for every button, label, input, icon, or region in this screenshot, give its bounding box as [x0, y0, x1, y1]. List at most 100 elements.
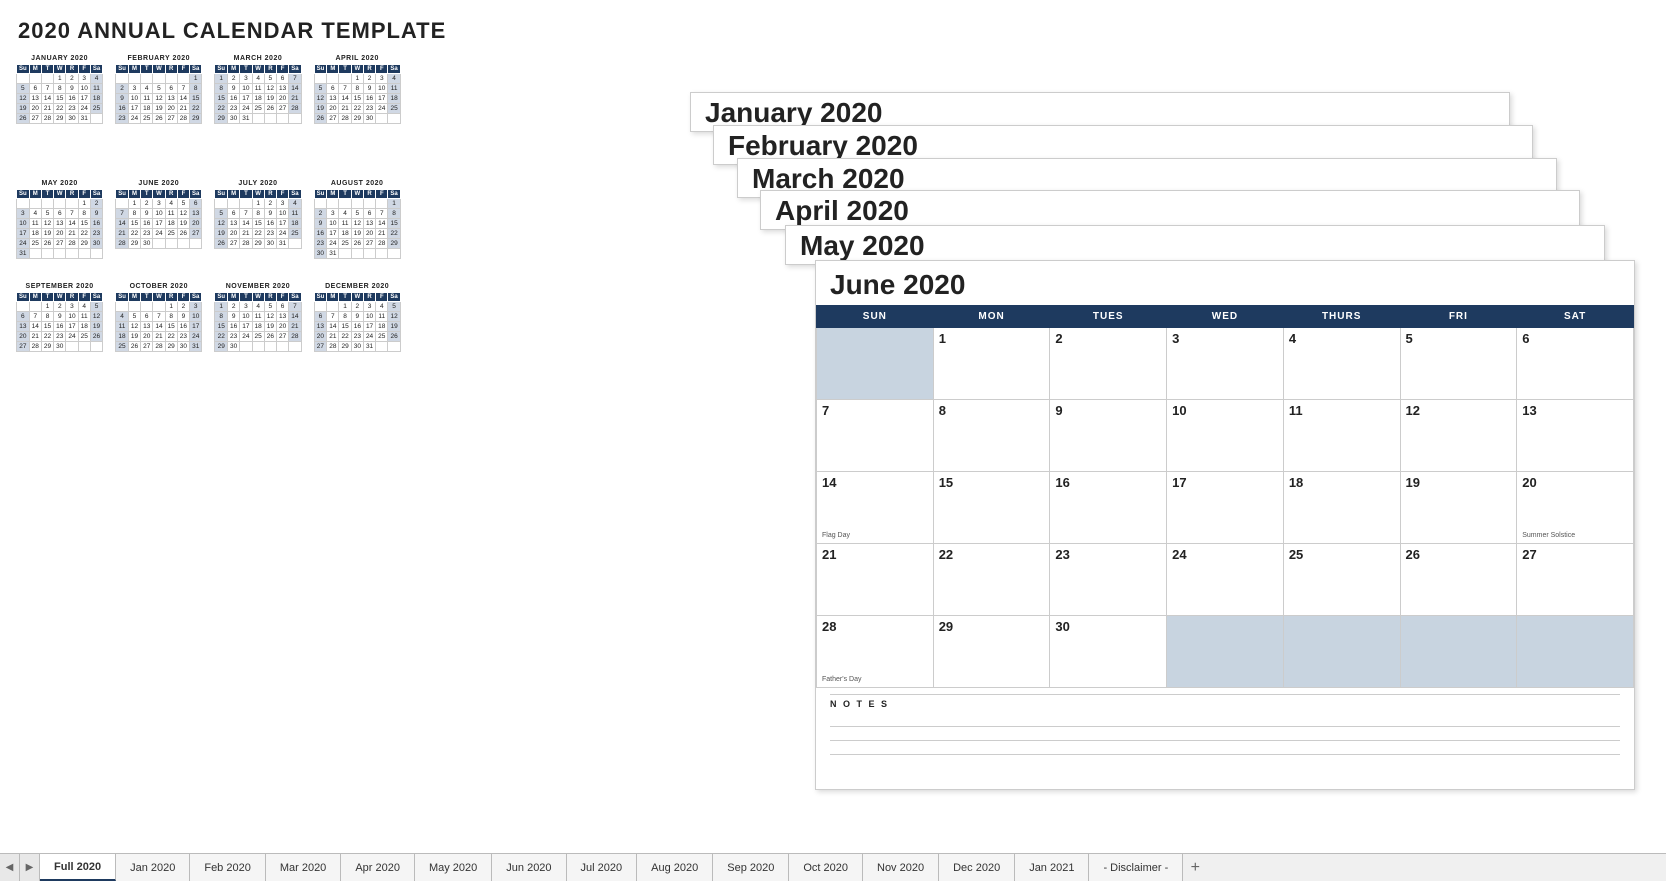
june-cell: 1	[933, 328, 1050, 400]
col-sat: SAT	[1517, 306, 1634, 328]
tab-add-button[interactable]: +	[1183, 854, 1207, 881]
june-cell: 7	[817, 400, 934, 472]
th-su: Su	[17, 65, 30, 74]
june-cell-inactive	[1400, 616, 1517, 688]
june-cell: 24	[1167, 544, 1284, 616]
june-cell: 26	[1400, 544, 1517, 616]
june-cell: 6	[1517, 328, 1634, 400]
mini-cal-may: MAY 2020 SuMTWRFSa 12 3456789 1011121314…	[16, 180, 103, 259]
mini-cal-row-3: SEPTEMBER 2020 SuMTWRFSa 12345 678910111…	[10, 283, 680, 366]
th-r: R	[66, 65, 78, 74]
mini-cal-february: FEBRUARY 2020 SuMTWRFSa 1 2345678 910111…	[115, 55, 202, 156]
june-full-title: June 2020	[816, 261, 1634, 305]
flag-day-label: Flag Day	[822, 532, 928, 539]
mini-cal-june: JUNE 2020 SuMTWRFSa 123456 78910111213 1…	[115, 180, 202, 259]
june-cell-fathers-day: 28Father's Day	[817, 616, 934, 688]
fathers-day-label: Father's Day	[822, 676, 928, 683]
mini-cal-september: SEPTEMBER 2020 SuMTWRFSa 12345 678910111…	[16, 283, 103, 352]
june-cell: 25	[1283, 544, 1400, 616]
tab-mar-2020[interactable]: Mar 2020	[266, 854, 341, 881]
june-cell: 11	[1283, 400, 1400, 472]
stack-card-april[interactable]: April 2020	[760, 190, 1580, 230]
june-cell: 27	[1517, 544, 1634, 616]
tab-jan-2021[interactable]: Jan 2021	[1015, 854, 1089, 881]
june-notes-lines	[830, 713, 1620, 755]
summer-solstice-label: Summer Solstice	[1522, 532, 1628, 539]
mini-cal-dec-title: DECEMBER 2020	[314, 283, 401, 290]
col-sun: SUN	[817, 306, 934, 328]
th-m: M	[29, 65, 41, 74]
mini-cal-april: APRIL 2020 SuMTWRFSa 1234 567891011 1213…	[314, 55, 401, 156]
june-notes-section: N O T E S	[816, 688, 1634, 761]
mini-cal-sep-title: SEPTEMBER 2020	[16, 283, 103, 290]
june-calendar-table: SUN MON TUES WED THURS FRI SAT 1 2 3	[816, 305, 1634, 688]
tab-jun-2020[interactable]: Jun 2020	[492, 854, 566, 881]
mini-cal-may-title: MAY 2020	[16, 180, 103, 187]
tab-nav-right[interactable]: ▶	[20, 854, 40, 881]
tab-feb-2020[interactable]: Feb 2020	[190, 854, 265, 881]
tab-dec-2020[interactable]: Dec 2020	[939, 854, 1015, 881]
tab-nav-left[interactable]: ◀	[0, 854, 20, 881]
mini-cal-october: OCTOBER 2020 SuMTWRFSa 123 45678910 1112…	[115, 283, 202, 352]
tab-nov-2020[interactable]: Nov 2020	[863, 854, 939, 881]
mini-cal-apr-title: APRIL 2020	[314, 55, 401, 62]
table-row: 28Father's Day 29 30	[817, 616, 1634, 688]
tab-oct-2020[interactable]: Oct 2020	[789, 854, 863, 881]
th-f: F	[78, 65, 90, 74]
tab-jan-2020[interactable]: Jan 2020	[116, 854, 190, 881]
tab-sep-2020[interactable]: Sep 2020	[713, 854, 789, 881]
mini-cal-march: MARCH 2020 SuMTWRFSa 1234567 89101112131…	[214, 55, 301, 156]
table-row: 1 2 3 4 5 6	[817, 328, 1634, 400]
mini-cal-jul-title: JULY 2020	[214, 180, 301, 187]
col-thu: THURS	[1283, 306, 1400, 328]
mini-cal-nov-title: NOVEMBER 2020	[214, 283, 301, 290]
tab-disclaimer[interactable]: - Disclaimer -	[1089, 854, 1183, 881]
june-cell-solstice: 20Summer Solstice	[1517, 472, 1634, 544]
june-cell: 17	[1167, 472, 1284, 544]
col-tue: TUES	[1050, 306, 1167, 328]
june-notes-header: N O T E S	[830, 694, 1620, 709]
th-w: W	[54, 65, 66, 74]
june-cell: 18	[1283, 472, 1400, 544]
mini-cal-jan-title: JANUARY 2020	[16, 55, 103, 62]
june-cell: 3	[1167, 328, 1284, 400]
table-row: 7 8 9 10 11 12 13	[817, 400, 1634, 472]
col-fri: FRI	[1400, 306, 1517, 328]
mini-cal-january: JANUARY 2020 Su M T W R F Sa 1234 567891…	[16, 55, 103, 156]
june-cell: 5	[1400, 328, 1517, 400]
june-cell: 2	[1050, 328, 1167, 400]
tab-jul-2020[interactable]: Jul 2020	[567, 854, 638, 881]
tab-apr-2020[interactable]: Apr 2020	[341, 854, 415, 881]
mini-cal-august: AUGUST 2020 SuMTWRFSa 1 2345678 91011121…	[314, 180, 401, 259]
june-cell: 30	[1050, 616, 1167, 688]
june-cell: 15	[933, 472, 1050, 544]
mini-cal-row-2: MAY 2020 SuMTWRFSa 12 3456789 1011121314…	[10, 180, 680, 273]
col-wed: WED	[1167, 306, 1284, 328]
june-cell-flag-day: 14Flag Day	[817, 472, 934, 544]
june-cell-inactive	[1167, 616, 1284, 688]
th-t: T	[41, 65, 53, 74]
june-cell-inactive	[1517, 616, 1634, 688]
stack-card-june[interactable]: June 2020 SUN MON TUES WED THURS FRI SAT	[815, 260, 1635, 790]
main-spreadsheet-area: 2020 ANNUAL CALENDAR TEMPLATE JANUARY 20…	[0, 0, 1666, 853]
tab-full-2020[interactable]: Full 2020	[40, 854, 116, 881]
tab-may-2020[interactable]: May 2020	[415, 854, 492, 881]
june-cell: 9	[1050, 400, 1167, 472]
june-cell: 4	[1283, 328, 1400, 400]
mini-cal-oct-title: OCTOBER 2020	[115, 283, 202, 290]
mini-cal-jun-title: JUNE 2020	[115, 180, 202, 187]
june-cell: 8	[933, 400, 1050, 472]
stack-card-may[interactable]: May 2020	[785, 225, 1605, 265]
june-cell: 13	[1517, 400, 1634, 472]
annual-grid: JANUARY 2020 Su M T W R F Sa 1234 567891…	[10, 55, 680, 376]
june-cell: 10	[1167, 400, 1284, 472]
mini-cal-feb-title: FEBRUARY 2020	[115, 55, 202, 62]
mini-cal-july: JULY 2020 SuMTWRFSa 1234 567891011 12131…	[214, 180, 301, 259]
mini-cal-row-1: JANUARY 2020 Su M T W R F Sa 1234 567891…	[10, 55, 680, 170]
june-cell	[817, 328, 934, 400]
table-row: 21 22 23 24 25 26 27	[817, 544, 1634, 616]
stacked-calendars-area: January 2020 February 2020 March 2020 Ap…	[695, 10, 1655, 820]
june-cell: 16	[1050, 472, 1167, 544]
mini-cal-november: NOVEMBER 2020 SuMTWRFSa 1234567 89101112…	[214, 283, 301, 352]
tab-aug-2020[interactable]: Aug 2020	[637, 854, 713, 881]
